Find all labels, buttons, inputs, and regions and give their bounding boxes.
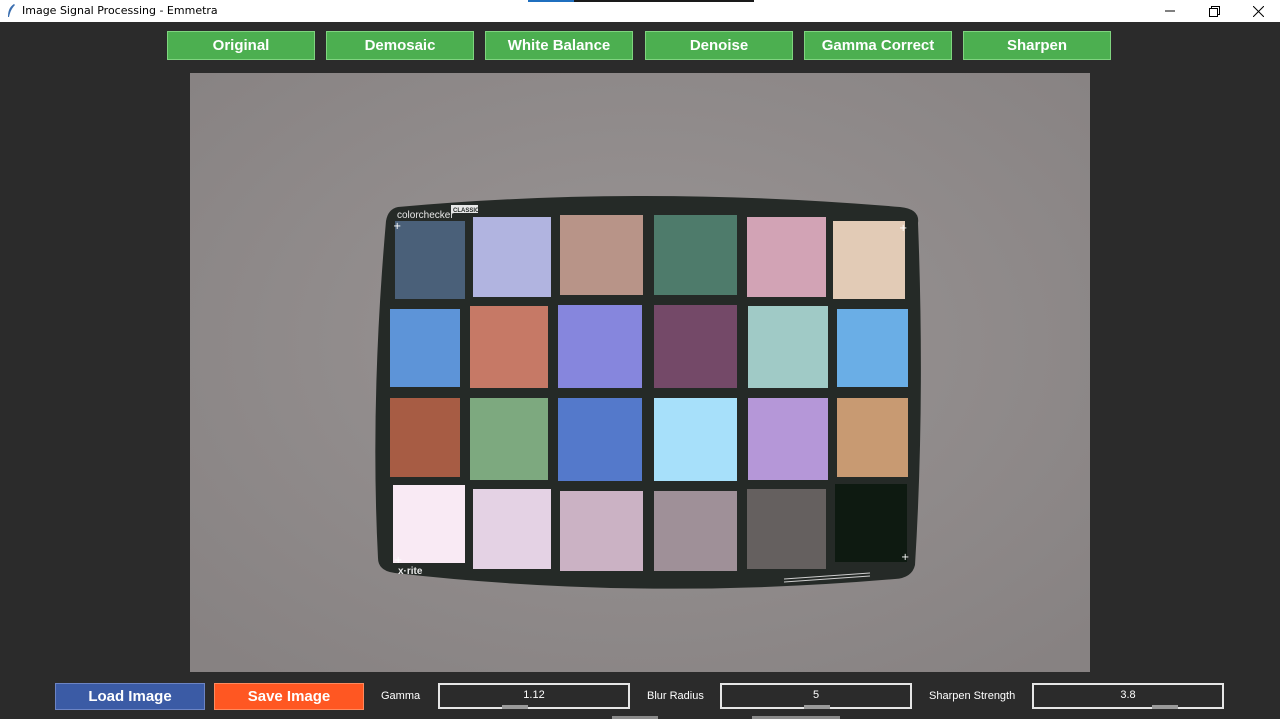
patch	[833, 221, 905, 299]
load-image-button[interactable]: Load Image	[55, 683, 205, 710]
patch	[470, 398, 548, 480]
colorchecker-photo: colorchecker CLASSIC x·rite + + + +	[190, 73, 1090, 672]
restore-icon	[1208, 5, 1220, 17]
patch	[654, 215, 737, 295]
patch	[470, 306, 548, 388]
patch	[748, 306, 828, 388]
patch	[390, 309, 460, 387]
chart-brand: colorchecker	[397, 210, 454, 221]
minimize-button[interactable]	[1148, 0, 1192, 22]
image-display: colorchecker CLASSIC x·rite + + + +	[190, 73, 1090, 672]
patch	[747, 217, 826, 297]
sharpen-strength-slider-thumb[interactable]	[1152, 705, 1178, 709]
blur-radius-slider[interactable]: 5	[720, 683, 912, 709]
patch	[473, 489, 551, 569]
patch	[395, 221, 465, 299]
restore-button[interactable]	[1192, 0, 1236, 22]
gamma-slider[interactable]: 1.12	[438, 683, 630, 709]
gamma-label: Gamma	[381, 690, 421, 702]
svg-text:+: +	[901, 552, 909, 563]
sharpen-strength-label: Sharpen Strength	[929, 690, 1016, 702]
demosaic-button[interactable]: Demosaic	[326, 31, 474, 60]
sharpen-strength-value: 3.8	[1120, 689, 1136, 701]
patch	[558, 398, 642, 481]
svg-text:+: +	[394, 555, 402, 566]
sharpen-strength-slider[interactable]: 3.8	[1032, 683, 1224, 709]
blur-radius-slider-thumb[interactable]	[804, 705, 830, 709]
patch	[560, 491, 643, 571]
patch	[560, 215, 643, 295]
minimize-icon	[1165, 6, 1175, 16]
denoise-button[interactable]: Denoise	[645, 31, 793, 60]
patch	[393, 485, 465, 563]
svg-text:+: +	[899, 223, 907, 234]
title-bar: Image Signal Processing - Emmetra	[0, 0, 1280, 22]
svg-text:+: +	[393, 221, 401, 232]
sharpen-button[interactable]: Sharpen	[963, 31, 1111, 60]
blur-radius-label: Blur Radius	[647, 690, 704, 702]
patch	[473, 217, 551, 297]
patch	[654, 305, 737, 388]
patch	[558, 305, 642, 388]
chart-maker: x·rite	[398, 566, 423, 577]
blur-radius-value: 5	[812, 689, 820, 701]
chart-variant: CLASSIC	[453, 208, 480, 214]
close-icon	[1252, 5, 1264, 17]
window-title: Image Signal Processing - Emmetra	[22, 4, 218, 17]
original-button[interactable]: Original	[167, 31, 315, 60]
feather-icon	[6, 3, 16, 19]
gamma-slider-thumb[interactable]	[502, 705, 528, 709]
gamma-value: 1.12	[523, 689, 545, 701]
patch	[390, 398, 460, 477]
patch	[837, 398, 908, 477]
patch	[837, 309, 908, 387]
patch	[748, 398, 828, 480]
gamma-correct-button[interactable]: Gamma Correct	[804, 31, 952, 60]
white-balance-button[interactable]: White Balance	[485, 31, 633, 60]
patch	[747, 489, 826, 569]
patch	[654, 491, 737, 571]
patch	[835, 484, 907, 562]
save-image-button[interactable]: Save Image	[214, 683, 364, 710]
patch	[654, 398, 737, 481]
title-accent	[528, 0, 754, 2]
close-button[interactable]	[1236, 0, 1280, 22]
